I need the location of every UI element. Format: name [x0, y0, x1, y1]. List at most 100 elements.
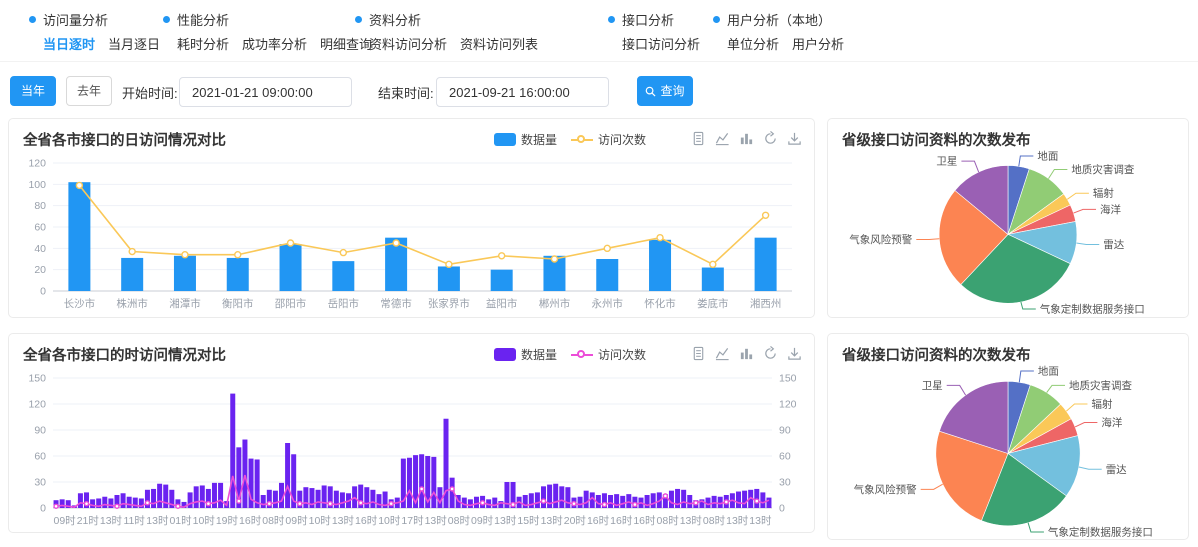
- hourly-chart-canvas: 0030306060909012012015015009时21时13时11时13…: [13, 366, 810, 530]
- nav-item-monthly-daily[interactable]: 当月逐日: [108, 34, 160, 53]
- svg-text:20: 20: [34, 264, 46, 276]
- nav-item-unit-analysis[interactable]: 单位分析: [727, 34, 779, 53]
- nav-item-interface-access-analysis[interactable]: 接口访问分析: [622, 34, 700, 53]
- nav-group-title: 访问量分析: [29, 10, 160, 29]
- bar-chart-icon[interactable]: [739, 131, 754, 146]
- nav-item-daily-hourly[interactable]: 当日逐时: [43, 34, 95, 53]
- bullet-icon: [163, 16, 170, 23]
- svg-text:13时: 13时: [425, 515, 448, 527]
- filter-bar: 当年 去年 开始时间: 结束时间: 查询: [0, 76, 1198, 110]
- svg-text:岳阳市: 岳阳市: [328, 297, 360, 310]
- svg-text:雷达: 雷达: [1106, 464, 1128, 476]
- svg-text:0: 0: [40, 286, 46, 298]
- line-chart-icon[interactable]: [715, 131, 730, 146]
- bar-chart-icon[interactable]: [739, 346, 754, 361]
- nav-group-label: 接口分析: [622, 10, 674, 29]
- svg-text:13时: 13时: [332, 515, 355, 527]
- svg-text:150: 150: [28, 373, 46, 385]
- nav-group-title: 资料分析: [355, 10, 538, 29]
- svg-text:地质灾害调查: 地质灾害调查: [1069, 379, 1132, 392]
- svg-text:邵阳市: 邵阳市: [275, 297, 307, 310]
- svg-text:气象定制数据服务接口: 气象定制数据服务接口: [1040, 303, 1145, 316]
- svg-text:80: 80: [34, 200, 46, 212]
- line-chart-icon[interactable]: [715, 346, 730, 361]
- svg-text:100: 100: [28, 179, 46, 191]
- nav-group-interface: 接口分析 接口访问分析: [608, 10, 700, 53]
- legend-label: 数据量: [521, 346, 557, 363]
- daily-chart-title: 全省各市接口的日访问情况对比: [23, 129, 226, 150]
- svg-text:湘潭市: 湘潭市: [169, 297, 201, 310]
- svg-text:08时: 08时: [448, 515, 471, 527]
- svg-text:16时: 16时: [355, 515, 378, 527]
- svg-text:90: 90: [779, 425, 791, 437]
- nav-group-visits: 访问量分析 当日逐时 当月逐日: [29, 10, 160, 53]
- province-interface-pie-card-1: 省级接口访问资料的次数发布 地面地质灾害调查辐射海洋雷达气象定制数据服务接口气象…: [827, 118, 1189, 318]
- bar-swatch-icon: [494, 133, 516, 146]
- bullet-icon: [355, 16, 362, 23]
- bullet-icon: [29, 16, 36, 23]
- svg-text:21时: 21时: [77, 515, 100, 527]
- nav-group-users: 用户分析（本地） 单位分析 用户分析: [713, 10, 844, 53]
- svg-text:09时: 09时: [285, 515, 308, 527]
- svg-text:11时: 11时: [123, 515, 145, 527]
- data-view-icon[interactable]: [691, 131, 706, 146]
- download-icon[interactable]: [787, 131, 802, 146]
- start-time-input[interactable]: [179, 77, 352, 107]
- last-year-button[interactable]: 去年: [66, 76, 112, 106]
- svg-text:15时: 15时: [517, 515, 540, 527]
- province-interface-pie-card-2: 省级接口访问资料的次数发布 地面地质灾害调查辐射海洋雷达气象定制数据服务接口气象…: [827, 333, 1189, 540]
- nav-item-data-access-analysis[interactable]: 资料访问分析: [369, 34, 447, 53]
- magnifier-icon: [645, 86, 656, 97]
- nav-group-label: 资料分析: [369, 10, 421, 29]
- hourly-comparison-card: 全省各市接口的时访问情况对比 数据量 访问次数 0030306060909012…: [8, 333, 815, 533]
- nav-item-time-cost[interactable]: 耗时分析: [177, 34, 229, 53]
- chart-toolbox: [691, 346, 802, 361]
- nav-group-data: 资料分析 资料访问分析 资料访问列表: [355, 10, 538, 53]
- legend-label: 访问次数: [598, 131, 646, 148]
- nav-item-data-access-list[interactable]: 资料访问列表: [460, 34, 538, 53]
- nav-item-success-rate[interactable]: 成功率分析: [242, 34, 307, 53]
- legend-item-data-volume[interactable]: 数据量: [494, 131, 557, 148]
- download-icon[interactable]: [787, 346, 802, 361]
- svg-text:30: 30: [34, 477, 46, 489]
- svg-text:16时: 16时: [587, 515, 610, 527]
- svg-text:01时: 01时: [169, 515, 192, 527]
- legend-item-visit-count[interactable]: 访问次数: [571, 131, 646, 148]
- svg-text:卫星: 卫星: [936, 156, 957, 168]
- svg-text:湘西州: 湘西州: [750, 297, 782, 310]
- svg-text:海洋: 海洋: [1101, 416, 1122, 429]
- nav-item-user-analysis[interactable]: 用户分析: [792, 34, 844, 53]
- this-year-button[interactable]: 当年: [10, 76, 56, 106]
- legend-item-visit-count[interactable]: 访问次数: [571, 346, 646, 363]
- svg-text:16时: 16时: [633, 515, 656, 527]
- chart-toolbox: [691, 131, 802, 146]
- svg-text:雷达: 雷达: [1103, 239, 1125, 251]
- svg-text:0: 0: [779, 503, 785, 515]
- refresh-icon[interactable]: [763, 131, 778, 146]
- svg-text:海洋: 海洋: [1100, 203, 1122, 216]
- svg-text:益阳市: 益阳市: [486, 297, 518, 310]
- legend-item-data-volume[interactable]: 数据量: [494, 346, 557, 363]
- svg-text:17时: 17时: [401, 515, 424, 527]
- svg-text:20时: 20时: [564, 515, 587, 527]
- svg-text:19时: 19时: [216, 515, 239, 527]
- svg-text:60: 60: [34, 222, 46, 234]
- svg-text:辐射: 辐射: [1093, 187, 1114, 200]
- search-button[interactable]: 查询: [637, 76, 693, 106]
- svg-text:150: 150: [779, 373, 797, 385]
- svg-text:气象定制数据服务接口: 气象定制数据服务接口: [1048, 526, 1153, 539]
- svg-text:60: 60: [779, 451, 791, 463]
- svg-text:常德市: 常德市: [380, 297, 412, 310]
- bullet-icon: [608, 16, 615, 23]
- end-time-input[interactable]: [436, 77, 609, 107]
- data-view-icon[interactable]: [691, 346, 706, 361]
- end-time-label: 结束时间:: [378, 83, 434, 102]
- svg-text:辐射: 辐射: [1091, 398, 1113, 411]
- bullet-icon: [713, 16, 720, 23]
- svg-text:永州市: 永州市: [592, 297, 624, 310]
- svg-text:衡阳市: 衡阳市: [222, 297, 254, 310]
- refresh-icon[interactable]: [763, 346, 778, 361]
- nav-group-label: 用户分析（本地）: [727, 10, 831, 29]
- svg-text:娄底市: 娄底市: [697, 297, 729, 310]
- svg-text:10时: 10时: [309, 515, 332, 527]
